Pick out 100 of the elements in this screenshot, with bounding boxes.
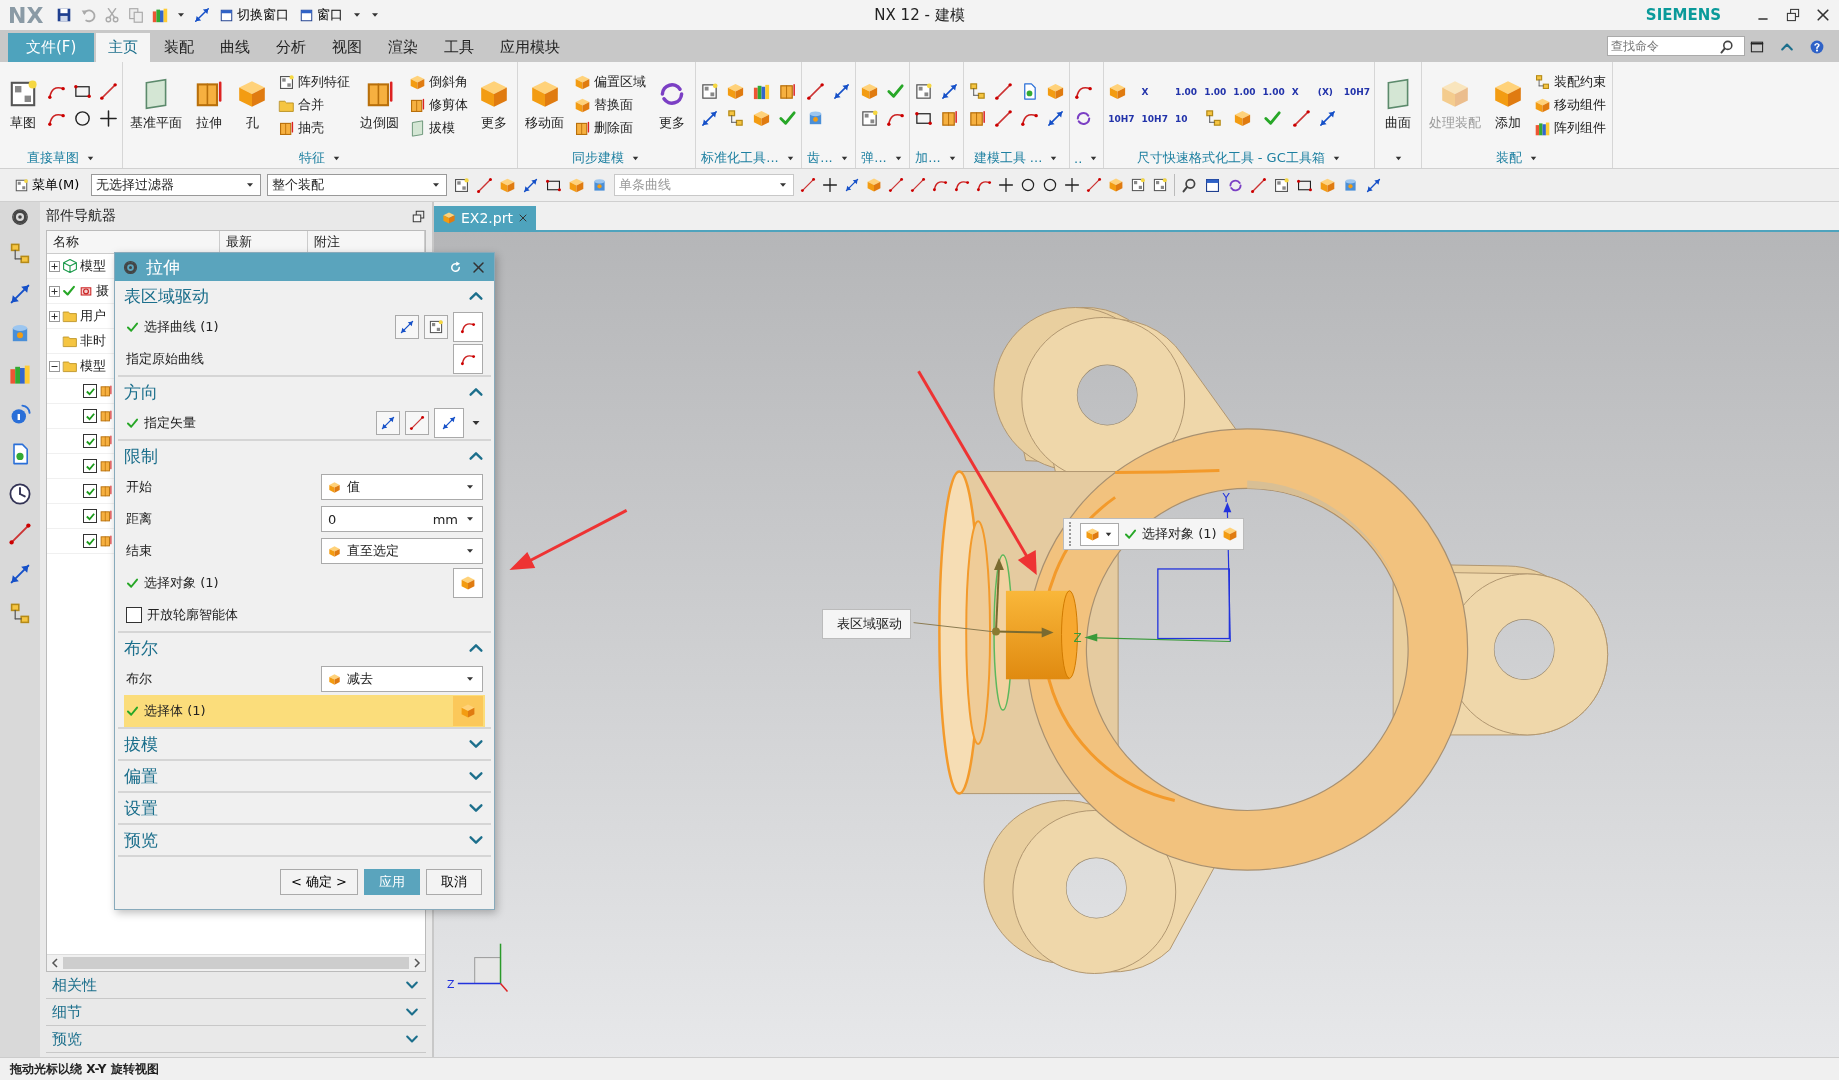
dimension-format-tool[interactable]: X: [1141, 86, 1168, 97]
cube-icon[interactable]: [1046, 82, 1065, 101]
search-field[interactable]: 查找命令: [1607, 36, 1745, 56]
menu-tab[interactable]: 渲染: [376, 33, 431, 62]
scrollbar-thumb[interactable]: [63, 957, 409, 969]
tree-item[interactable]: 非时: [80, 332, 106, 350]
ribbon-button[interactable]: 修剪体: [407, 95, 470, 115]
dimension-format-tool[interactable]: 10H7: [1141, 113, 1168, 124]
arrows-icon[interactable]: [1046, 109, 1065, 128]
expand-toggle[interactable]: [49, 310, 60, 322]
arrows-icon[interactable]: [1317, 109, 1337, 128]
ribbon-button[interactable]: 替换面: [572, 95, 648, 115]
section-header[interactable]: 偏置: [124, 764, 158, 788]
checkbox[interactable]: [83, 459, 97, 473]
ribbon-button[interactable]: 倒斜角: [407, 72, 470, 92]
section-header[interactable]: 拔模: [124, 732, 158, 756]
line-icon[interactable]: [99, 82, 118, 101]
section-header[interactable]: 方向: [124, 380, 158, 404]
line-icon[interactable]: [994, 109, 1013, 128]
grid-icon[interactable]: [1273, 176, 1291, 194]
box-icon[interactable]: [940, 109, 959, 128]
line-icon[interactable]: [476, 176, 494, 194]
line-icon[interactable]: [806, 82, 825, 101]
cube-icon[interactable]: [752, 109, 771, 128]
menu-tab[interactable]: 主页: [96, 33, 151, 62]
tool-button[interactable]: [424, 315, 448, 339]
section-header[interactable]: 表区域驱动: [124, 284, 209, 308]
tree-icon[interactable]: [1204, 109, 1224, 128]
dimension-format-tool[interactable]: 10H7: [1108, 113, 1135, 124]
checkbox[interactable]: [83, 509, 97, 523]
ribbon-button[interactable]: 阵列特征: [276, 72, 352, 92]
dimension-format-tool[interactable]: X: [1291, 86, 1311, 97]
tree-item[interactable]: 摄: [96, 282, 109, 300]
cube-icon[interactable]: [1221, 526, 1238, 542]
checkbox[interactable]: [126, 607, 142, 623]
restore-icon[interactable]: [1785, 7, 1801, 23]
ribbon-button[interactable]: 装配约束: [1532, 72, 1609, 92]
section-header[interactable]: 细节: [52, 1002, 82, 1022]
rectangle-icon[interactable]: [914, 109, 933, 128]
reset-icon[interactable]: [448, 259, 463, 275]
rectangle-icon[interactable]: [73, 82, 92, 101]
expand-toggle[interactable]: [49, 360, 60, 372]
dimension-format-tool[interactable]: 1.00: [1174, 86, 1198, 97]
cube-icon[interactable]: [726, 82, 745, 101]
restore-icon[interactable]: [411, 208, 426, 224]
arrows-icon[interactable]: [8, 562, 32, 586]
cube-icon[interactable]: [499, 176, 517, 194]
cube-icon[interactable]: [866, 177, 883, 193]
tree-item[interactable]: 用户: [80, 307, 106, 325]
ribbon-button[interactable]: 基准平面: [127, 74, 185, 136]
grid-icon[interactable]: [860, 109, 879, 128]
circle-icon[interactable]: [1020, 177, 1037, 193]
ribbon-button[interactable]: 更多: [653, 74, 691, 136]
section-header[interactable]: 相关性: [52, 975, 97, 995]
arrows-icon[interactable]: [1365, 176, 1383, 194]
dropdown[interactable]: 直至选定: [321, 538, 483, 564]
circle-icon[interactable]: [1042, 177, 1059, 193]
tool-button[interactable]: [395, 315, 419, 339]
quick-access-button[interactable]: 切换窗口: [217, 6, 292, 24]
ribbon-button[interactable]: 抽壳: [276, 118, 352, 138]
checkbox[interactable]: [83, 384, 97, 398]
ribbon-button[interactable]: 草图: [4, 74, 42, 136]
dimension-format-tool[interactable]: 1.00: [1233, 86, 1256, 97]
section-header[interactable]: 预览: [52, 1029, 82, 1049]
section-header[interactable]: 设置: [124, 796, 158, 820]
line-icon[interactable]: [888, 177, 905, 193]
clock-icon[interactable]: [8, 482, 32, 506]
ribbon-button[interactable]: 拉伸: [190, 74, 228, 136]
ribbon-button[interactable]: 孔: [233, 74, 271, 136]
line-icon[interactable]: [1250, 176, 1268, 194]
plus-icon[interactable]: [99, 109, 118, 128]
arrows-icon[interactable]: [844, 177, 861, 193]
menu-tab[interactable]: 应用模块: [488, 33, 573, 62]
rotate-icon[interactable]: [1074, 109, 1093, 128]
menu-tab[interactable]: 曲线: [208, 33, 263, 62]
ribbon-button[interactable]: 拔模: [407, 118, 470, 138]
dialog-button[interactable]: 取消: [426, 869, 482, 895]
cube-icon[interactable]: [1108, 82, 1128, 101]
section-header[interactable]: 布尔: [124, 636, 158, 660]
cube-icon[interactable]: [1108, 177, 1125, 193]
dropdown[interactable]: 值: [321, 474, 483, 500]
ribbon-button[interactable]: 偏置区域: [572, 72, 648, 92]
ribbon-button[interactable]: 曲面: [1379, 74, 1418, 136]
line-icon[interactable]: [910, 177, 927, 193]
tool-button[interactable]: [434, 408, 464, 438]
tool-button[interactable]: [453, 344, 483, 374]
ribbon-button[interactable]: 添加: [1489, 74, 1528, 136]
selection-filter-dropdown[interactable]: 无选择过滤器: [91, 174, 262, 196]
checkbox[interactable]: [83, 484, 97, 498]
line-icon[interactable]: [1291, 109, 1311, 128]
grid-icon[interactable]: [700, 82, 719, 101]
dimension-format-tool[interactable]: 1.00: [1204, 86, 1227, 97]
tree-item[interactable]: 模型: [80, 357, 106, 375]
ribbon-button[interactable]: 删除面: [572, 118, 648, 138]
tool-button[interactable]: [376, 411, 400, 435]
section-header[interactable]: 预览: [124, 828, 158, 852]
line-icon[interactable]: [800, 177, 817, 193]
dropdown[interactable]: 减去: [321, 666, 483, 692]
expand-toggle[interactable]: [49, 285, 60, 297]
window-icon[interactable]: [1204, 176, 1222, 194]
